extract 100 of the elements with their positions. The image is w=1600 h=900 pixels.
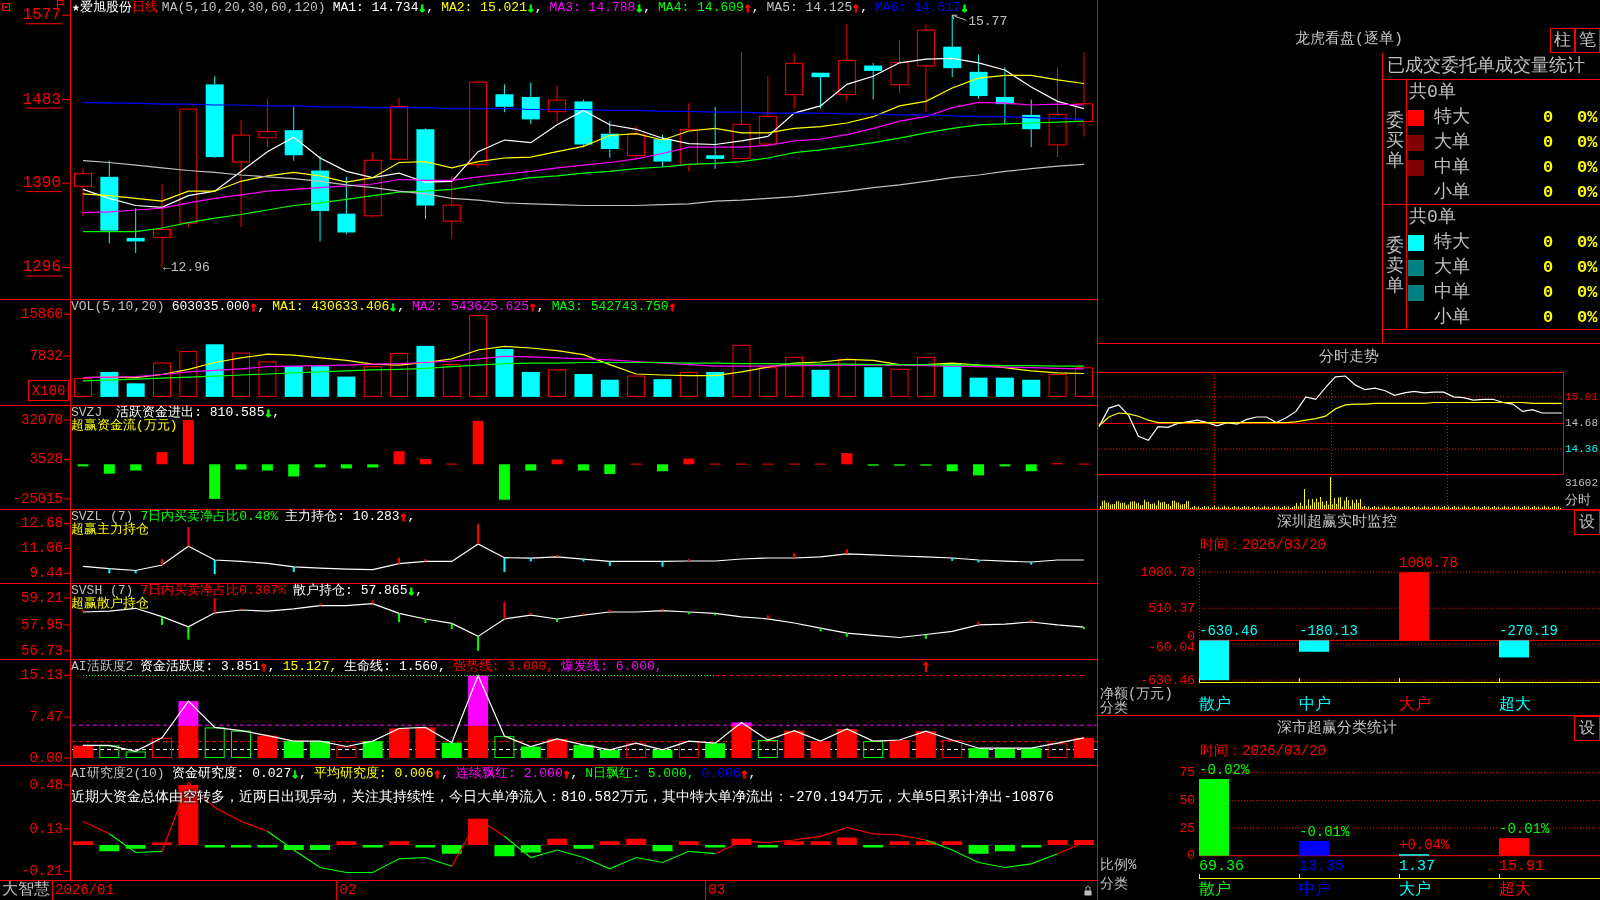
volume-bar: [390, 353, 409, 397]
trend-arrow: ↑: [562, 767, 571, 781]
axis-label: 7.47: [29, 709, 63, 726]
spike-bar: [503, 557, 506, 572]
indicator-value: MA2: 15.021: [441, 0, 527, 16]
spike-bar: [924, 634, 927, 639]
category-label: 中户: [1299, 881, 1331, 899]
research-bar: [968, 845, 989, 854]
volume-bar: [205, 344, 224, 397]
axis-label: 3528: [29, 451, 63, 468]
research-bar: [942, 841, 963, 845]
volume-bar: [548, 369, 567, 397]
separator-text: ,: [267, 660, 276, 674]
research-bar: [73, 841, 93, 845]
candlestick: [758, 75, 777, 147]
candlestick: [785, 52, 804, 110]
activity-bar: [573, 744, 594, 758]
spike-bar: [661, 608, 664, 611]
ratio-bar: [1299, 840, 1329, 856]
fund-flow-bar: [525, 464, 537, 471]
activity-bar: [520, 746, 541, 758]
volume-bar: [653, 379, 672, 397]
candlestick: [363, 152, 382, 218]
fund-flow-bar: [841, 453, 853, 465]
trend-arrow: ↓: [264, 406, 273, 420]
indicator-value: 散户持仓: 57.865: [293, 584, 408, 598]
trend-arrow: ↓: [418, 0, 427, 16]
square-icon: [2, 3, 10, 11]
separator-text: ,: [437, 660, 446, 674]
spike-bar: [582, 612, 585, 616]
volume-bar: [416, 345, 435, 397]
separator-text: ,: [534, 0, 543, 16]
order-count: 0: [1541, 231, 1555, 254]
category-label: 大户: [1399, 881, 1431, 899]
spike-bar: [529, 558, 532, 562]
fund-flow-bar: [657, 464, 668, 472]
spike-bar: [1030, 619, 1033, 622]
spike-bar: [1030, 562, 1033, 565]
axis-label: 59.21: [21, 590, 63, 607]
separator-text: ,: [536, 300, 545, 314]
activity-bar: [626, 743, 647, 758]
spike-bar: [687, 611, 690, 615]
activity-bar: [178, 725, 199, 758]
view-toggle-button[interactable]: 柱: [1550, 28, 1575, 53]
activity-bar: [362, 741, 383, 758]
spike-bar: [398, 613, 401, 623]
activity-bar: [863, 741, 884, 758]
research-bar: [125, 845, 146, 849]
indicator-value: MA2: 543625.625: [411, 300, 529, 314]
research-bar: [362, 845, 383, 848]
volume-bar: [837, 358, 856, 397]
indicator-value: N日飘红: 5.000: [585, 767, 687, 781]
activity-bar: [257, 735, 278, 758]
chart-subtitle: 时间：2026/03/20: [1200, 741, 1326, 761]
date-label: 03: [705, 881, 726, 900]
trend-arrow: ↓: [407, 584, 416, 598]
volume-bar: [337, 376, 356, 397]
axis-label: 0: [1187, 848, 1195, 864]
chart-title: 深市超赢分类统计: [1277, 718, 1397, 739]
axis-label: 1080.78: [1140, 564, 1195, 580]
change-label: +0.04%: [1399, 837, 1450, 854]
spike-bar: [766, 615, 769, 619]
settings-button[interactable]: 设: [1574, 716, 1600, 741]
view-toggle-button[interactable]: 笔: [1575, 28, 1600, 53]
separator-text: ,: [643, 0, 652, 16]
spike-bar: [424, 619, 427, 623]
volume-bar: [890, 368, 909, 397]
volume-bar: [442, 364, 461, 397]
brand-label: 大智慧: [1, 881, 50, 900]
category-label: 大户: [1399, 696, 1431, 714]
indicator-name: VOL(5,10,20): [71, 300, 165, 314]
chart-subtitle: 时间：2026/03/20: [1200, 535, 1326, 555]
order-count: 0: [1541, 306, 1555, 329]
trend-arrow: ↓: [960, 0, 969, 16]
candlestick: [864, 62, 883, 101]
unit-label: X100: [28, 380, 69, 401]
trend-arrow: ↓: [526, 0, 535, 16]
settings-button[interactable]: 设: [1574, 510, 1600, 535]
activity-bar: [441, 742, 462, 758]
axis-label: 1483: [22, 90, 61, 109]
candlestick: [969, 54, 988, 100]
change-label: -0.01%: [1499, 821, 1550, 838]
spike-bar: [845, 549, 848, 554]
change-label: -0.02%: [1199, 761, 1250, 778]
fund-flow-bar: [156, 452, 168, 465]
research-bar: [863, 845, 884, 848]
axis-label: 32070: [21, 411, 63, 428]
spike-bar: [793, 553, 796, 559]
order-share: 0%: [1577, 106, 1598, 129]
group-label: 委买单: [1385, 112, 1404, 172]
leader-arrow: [951, 14, 967, 21]
activity-bar: [99, 745, 120, 758]
stock-name: ★爱旭股份: [72, 0, 132, 16]
fund-flow-bar: [235, 464, 247, 470]
axis-label: 15.13: [21, 667, 63, 684]
order-count: 0: [1541, 181, 1555, 204]
axis-label: 1390: [22, 174, 61, 193]
research-bar: [99, 845, 120, 852]
period-label: 日线: [131, 0, 158, 16]
activity-bar: [889, 739, 910, 758]
